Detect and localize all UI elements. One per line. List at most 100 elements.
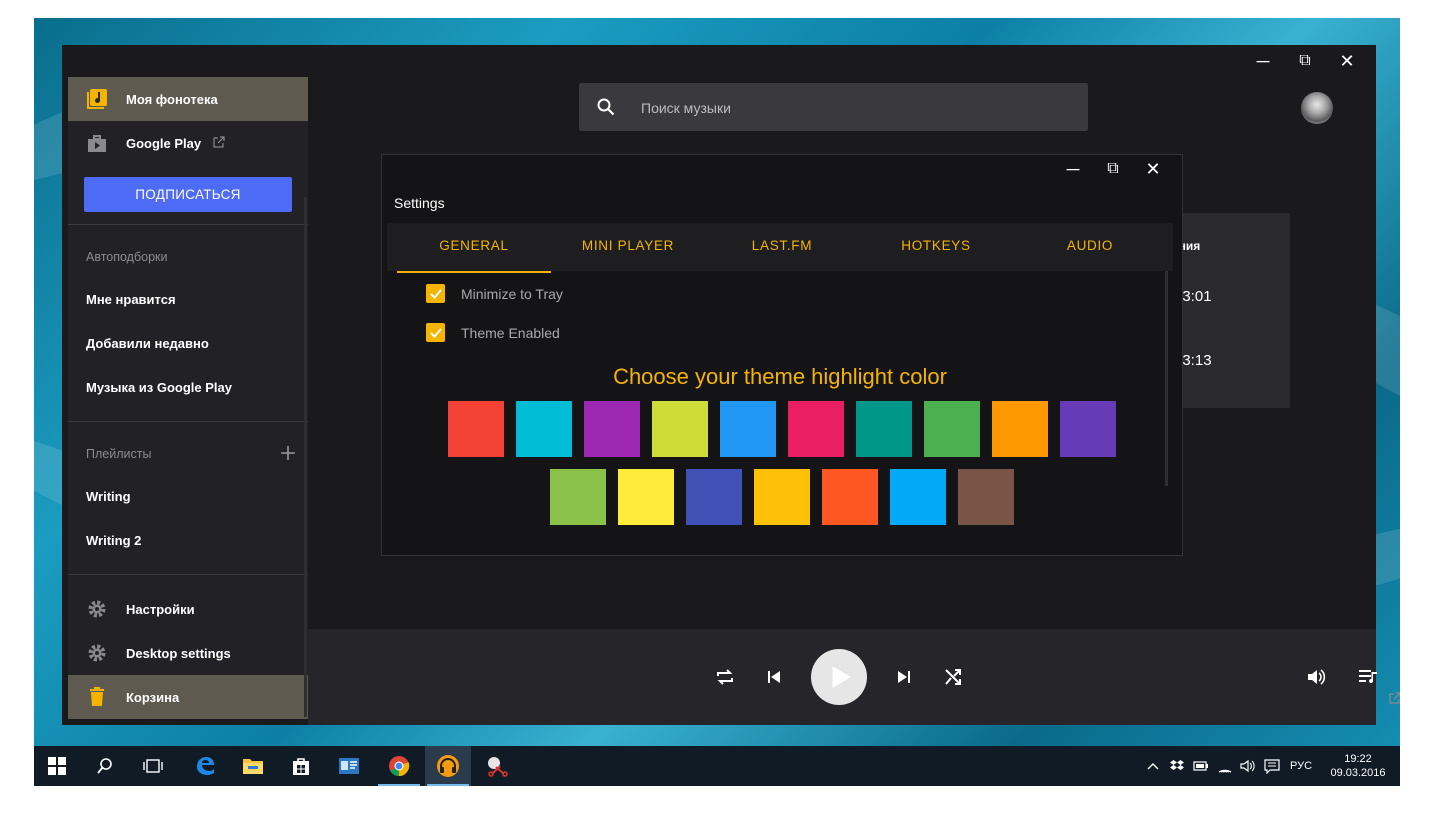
sidebar-item-google-play-music[interactable]: Музыка из Google Play [86, 380, 232, 395]
sidebar-scrollbar[interactable] [304, 197, 307, 717]
task-view-icon [143, 759, 163, 773]
gear-icon [68, 643, 126, 663]
settings-tabs: GENERAL MINI PLAYER LAST.FM HOTKEYS AUDI… [387, 223, 1173, 273]
taskbar-store[interactable] [278, 746, 324, 786]
divider [68, 421, 308, 422]
maximize-button[interactable]: ⧉ [1294, 51, 1316, 71]
external-link-icon [1389, 692, 1400, 704]
search-input[interactable] [639, 83, 1063, 133]
windows-logo-icon [48, 757, 66, 775]
sidebar-item-trash[interactable]: Корзина [68, 675, 308, 719]
language-indicator[interactable]: РУС [1286, 746, 1316, 786]
dialog-maximize-button[interactable]: ⧉ [1102, 159, 1124, 179]
clock-time: 19:22 [1344, 753, 1372, 765]
background-content-card: ения 13:01 23:13 [1172, 213, 1290, 408]
scissors-icon [488, 757, 508, 777]
dialog-close-button[interactable]: ✕ [1142, 159, 1164, 179]
queue-button[interactable] [1356, 665, 1380, 689]
battery-icon[interactable] [1190, 746, 1212, 786]
color-swatch[interactable] [992, 401, 1048, 457]
repeat-button[interactable] [713, 665, 737, 689]
volume-icon[interactable] [1237, 746, 1259, 786]
queue-icon [1359, 670, 1377, 684]
color-swatch[interactable] [958, 469, 1014, 525]
shuffle-button[interactable] [941, 665, 965, 689]
sidebar-item-library[interactable]: Моя фонотека [68, 77, 308, 121]
color-swatch[interactable] [822, 469, 878, 525]
color-swatch[interactable] [550, 469, 606, 525]
mini-player-button[interactable] [1388, 691, 1400, 705]
dialog-content: GENERAL MINI PLAYER LAST.FM HOTKEYS AUDI… [387, 223, 1173, 548]
dialog-minimize-button[interactable]: ─ [1062, 159, 1084, 179]
add-playlist-icon[interactable] [278, 443, 298, 463]
sidebar-item-recently-added[interactable]: Добавили недавно [86, 336, 209, 351]
sidebar-item-settings[interactable]: Настройки [68, 587, 308, 631]
minimize-to-tray-checkbox[interactable] [426, 284, 445, 303]
sidebar-item-desktop-settings[interactable]: Desktop settings [68, 631, 308, 675]
color-swatch[interactable] [584, 401, 640, 457]
store-bag-icon [293, 758, 309, 775]
taskbar-music-player[interactable] [425, 746, 471, 786]
play-button[interactable] [811, 649, 867, 705]
subscribe-button[interactable]: ПОДПИСАТЬСЯ [84, 177, 292, 212]
minimize-button[interactable]: ─ [1252, 51, 1274, 71]
color-swatch[interactable] [924, 401, 980, 457]
start-button[interactable] [34, 746, 80, 786]
wifi-icon[interactable] [1214, 746, 1236, 786]
taskbar-file-explorer[interactable] [230, 746, 276, 786]
sidebar-item-google-play[interactable]: Google Play [68, 121, 308, 165]
sidebar-item-label: Моя фонотека [126, 91, 218, 107]
show-hidden-icons-icon[interactable] [1142, 746, 1164, 786]
volume-button[interactable] [1304, 665, 1328, 689]
search-bar[interactable] [579, 83, 1088, 133]
sidebar-item-playlist[interactable]: Writing [86, 489, 131, 504]
tab-lastfm[interactable]: LAST.FM [705, 223, 859, 271]
color-swatch[interactable] [856, 401, 912, 457]
checkmark-icon [429, 327, 442, 338]
color-swatch[interactable] [448, 401, 504, 457]
color-swatch[interactable] [686, 469, 742, 525]
desktop-wallpaper: ─ ⧉ ✕ Моя фонотека Google Play ПОДПИСАТЬ… [34, 18, 1400, 786]
dialog-scrollbar[interactable] [1165, 271, 1168, 486]
shopping-bag-icon [68, 133, 126, 153]
checkmark-icon [429, 288, 442, 299]
notifications-icon[interactable] [1261, 746, 1283, 786]
tab-general[interactable]: GENERAL [397, 223, 551, 273]
sidebar-item-liked[interactable]: Мне нравится [86, 292, 176, 307]
dropbox-icon[interactable] [1166, 746, 1188, 786]
gear-icon [68, 599, 126, 619]
previous-button[interactable] [762, 665, 786, 689]
trash-icon [68, 687, 126, 707]
color-swatch[interactable] [788, 401, 844, 457]
close-button[interactable]: ✕ [1336, 51, 1358, 71]
color-swatch[interactable] [720, 401, 776, 457]
theme-enabled-checkbox[interactable] [426, 323, 445, 342]
color-swatch[interactable] [890, 469, 946, 525]
tab-mini-player[interactable]: MINI PLAYER [551, 223, 705, 271]
taskbar-snipping-tool[interactable] [474, 746, 520, 786]
color-swatch[interactable] [1060, 401, 1116, 457]
clock[interactable]: 19:22 09.03.2016 [1322, 746, 1394, 786]
tab-hotkeys[interactable]: HOTKEYS [859, 223, 1013, 271]
music-app-window: ─ ⧉ ✕ Моя фонотека Google Play ПОДПИСАТЬ… [62, 45, 1400, 725]
next-button[interactable] [892, 665, 916, 689]
sidebar-item-playlist[interactable]: Writing 2 [86, 533, 141, 548]
task-view-button[interactable] [130, 746, 176, 786]
tab-audio[interactable]: AUDIO [1013, 223, 1167, 271]
taskbar-app[interactable] [326, 746, 372, 786]
search-button[interactable] [82, 746, 128, 786]
taskbar-chrome[interactable] [376, 746, 422, 786]
auto-playlists-header: Автоподборки [86, 250, 168, 264]
clock-date: 09.03.2016 [1330, 767, 1386, 779]
player-bar [308, 629, 1400, 725]
taskbar-edge[interactable] [182, 746, 228, 786]
dialog-title: Settings [394, 195, 445, 211]
library-music-icon [68, 88, 126, 110]
color-swatch[interactable] [516, 401, 572, 457]
color-swatch[interactable] [754, 469, 810, 525]
color-swatch[interactable] [618, 469, 674, 525]
color-swatch[interactable] [652, 401, 708, 457]
sidebar-item-label: Google Play [126, 135, 202, 151]
avatar[interactable] [1301, 92, 1333, 124]
search-icon [597, 98, 615, 121]
